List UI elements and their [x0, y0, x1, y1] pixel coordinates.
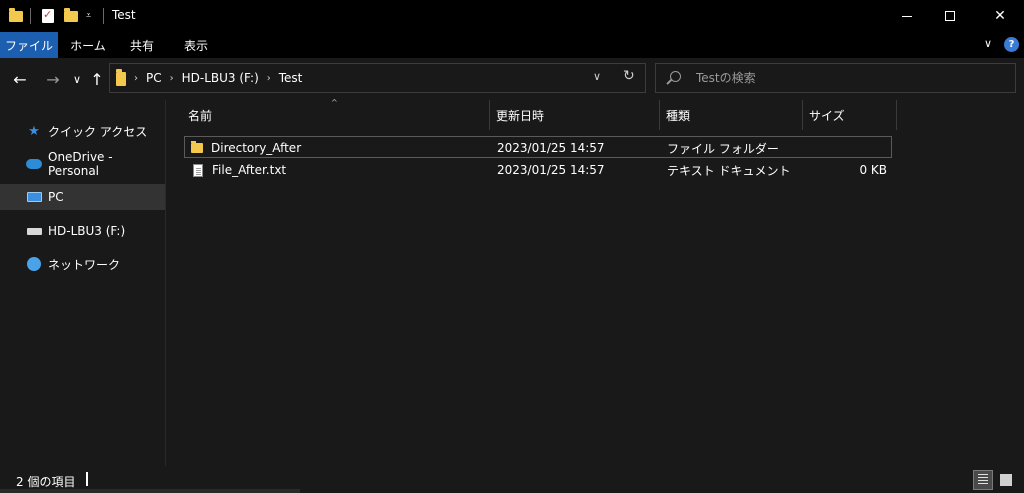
file-name: File_After.txt [212, 163, 287, 177]
large-icons-view-icon [1000, 474, 1012, 486]
maximize-button[interactable] [927, 0, 973, 32]
file-list: ^ 名前 更新日時 種類 サイズ Directory_After 2023/01… [166, 98, 1024, 466]
item-count: 2 個の項目 [16, 475, 76, 489]
file-name-cell: Directory_After [191, 137, 301, 159]
sidebar-item-onedrive[interactable]: OneDrive - Personal [0, 150, 165, 178]
file-type: ファイル フォルダー [667, 141, 779, 156]
sidebar-item-label: HD-LBU3 (F:) [48, 224, 126, 238]
file-size: 0 KB [859, 163, 887, 177]
drive-icon [26, 223, 42, 239]
close-icon: ✕ [994, 8, 1006, 24]
customize-quick-access-icon[interactable]: ⩡ [86, 0, 91, 32]
details-view-button[interactable] [973, 470, 993, 490]
table-row[interactable]: Directory_After 2023/01/25 14:57 ファイル フォ… [184, 136, 892, 158]
window-title: Test [112, 8, 136, 22]
sidebar-item-pc[interactable]: PC [0, 184, 165, 210]
sidebar-item-network[interactable]: ネットワーク [0, 251, 165, 277]
tab-home[interactable]: ホーム [62, 32, 114, 58]
minimize-icon [902, 15, 912, 17]
quick-access-star-icon: ★ [28, 123, 40, 139]
maximize-icon [945, 11, 955, 21]
title-separator [103, 0, 104, 32]
breadcrumb-pc[interactable]: PC [146, 71, 162, 85]
help-icon[interactable]: ? [1004, 37, 1019, 52]
search-box[interactable] [655, 63, 1016, 93]
details-view-icon [978, 474, 988, 486]
qa-separator [30, 0, 31, 32]
file-modified: 2023/01/25 14:57 [497, 163, 605, 177]
tab-view[interactable]: 表示 [170, 32, 222, 58]
title-bar: ⩡ Test ✕ [0, 0, 1024, 32]
sidebar-item-drive[interactable]: HD-LBU3 (F:) [0, 218, 165, 244]
tab-share[interactable]: 共有 [116, 32, 168, 58]
column-header-type[interactable]: 種類 [660, 100, 801, 130]
breadcrumb: › PC › HD-LBU3 (F:) › Test [116, 64, 310, 92]
file-name-cell: File_After.txt [191, 159, 286, 181]
chevron-right-icon[interactable]: › [267, 73, 271, 84]
column-header-name[interactable]: 名前 [182, 100, 488, 130]
table-row[interactable]: File_After.txt 2023/01/25 14:57 テキスト ドキュ… [184, 159, 892, 181]
back-button[interactable]: ← [9, 68, 31, 90]
ribbon-tabs: ファイル ホーム 共有 表示 ∨ ? [0, 32, 1024, 58]
sidebar-item-label: OneDrive - Personal [48, 150, 113, 178]
address-bar[interactable]: › PC › HD-LBU3 (F:) › Test ∨ ↻ [109, 63, 646, 93]
large-icons-view-button[interactable] [996, 470, 1016, 490]
breadcrumb-test[interactable]: Test [279, 71, 303, 85]
search-input[interactable] [696, 70, 996, 86]
refresh-icon[interactable]: ↻ [623, 68, 635, 84]
file-type: テキスト ドキュメント [667, 163, 791, 178]
recent-locations-button[interactable]: ∨ [66, 68, 88, 90]
expand-ribbon-icon[interactable]: ∨ [984, 37, 992, 50]
up-button[interactable]: ↑ [86, 68, 108, 90]
search-icon [670, 71, 681, 82]
properties-icon[interactable] [42, 0, 54, 32]
chevron-right-icon[interactable]: › [134, 73, 138, 84]
app-folder-icon [9, 0, 23, 32]
text-file-icon [193, 163, 203, 177]
sidebar-item-label: PC [48, 190, 64, 204]
onedrive-cloud-icon [26, 156, 42, 172]
column-header-size[interactable]: サイズ [803, 100, 895, 130]
folder-icon [191, 141, 203, 153]
new-folder-icon[interactable] [64, 0, 78, 32]
close-button[interactable]: ✕ [977, 0, 1023, 32]
tab-file[interactable]: ファイル [0, 32, 58, 58]
network-icon [26, 256, 42, 272]
navigation-bar: ← → ∨ ↑ › PC › HD-LBU3 (F:) › Test ∨ ↻ [0, 58, 1024, 100]
chevron-right-icon[interactable]: › [170, 73, 174, 84]
navigation-pane: ★ クイック アクセス OneDrive - Personal PC HD-LB… [0, 100, 165, 466]
pc-icon [26, 189, 42, 205]
text-caret [86, 472, 88, 486]
minimize-button[interactable] [884, 0, 930, 32]
sidebar-item-label: ネットワーク [48, 257, 121, 272]
column-header-modified[interactable]: 更新日時 [490, 100, 658, 130]
file-modified: 2023/01/25 14:57 [497, 141, 605, 155]
horizontal-scrollbar[interactable] [0, 489, 300, 493]
breadcrumb-drive[interactable]: HD-LBU3 (F:) [182, 71, 259, 85]
column-divider[interactable] [896, 100, 897, 130]
sidebar-item-quick-access[interactable]: ★ クイック アクセス [0, 118, 165, 144]
forward-button[interactable]: → [42, 68, 64, 90]
sidebar-item-label: クイック アクセス [48, 124, 148, 139]
address-folder-icon [116, 69, 126, 86]
address-dropdown-icon[interactable]: ∨ [593, 70, 601, 83]
file-name: Directory_After [211, 141, 302, 155]
